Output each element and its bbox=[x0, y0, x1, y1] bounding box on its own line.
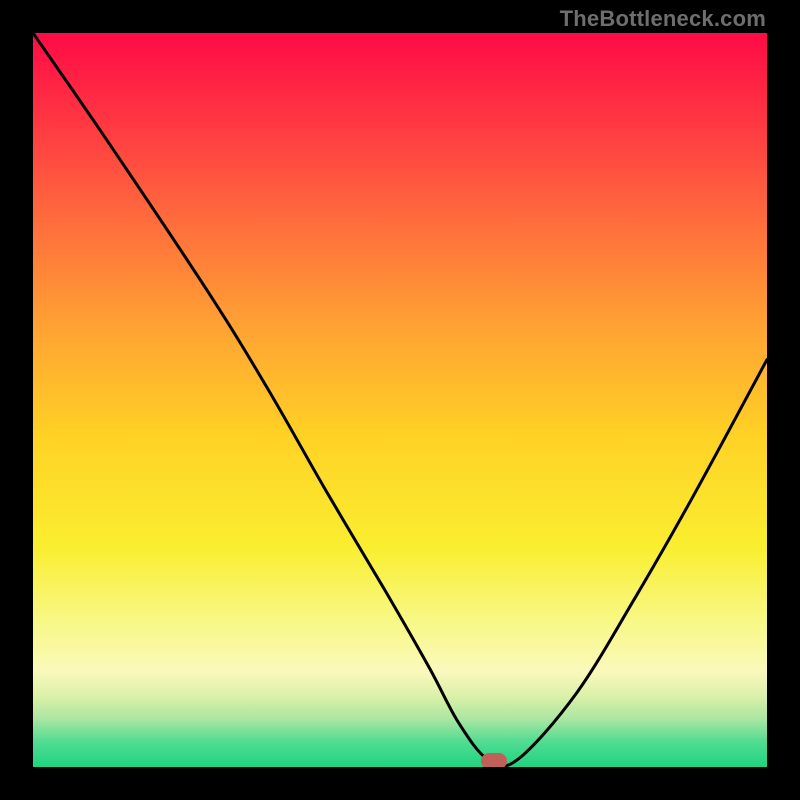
optimum-marker bbox=[481, 753, 507, 767]
attribution-text: TheBottleneck.com bbox=[560, 6, 766, 32]
plot-area bbox=[33, 33, 767, 767]
bottleneck-curve bbox=[33, 33, 767, 767]
chart-frame: TheBottleneck.com bbox=[0, 0, 800, 800]
